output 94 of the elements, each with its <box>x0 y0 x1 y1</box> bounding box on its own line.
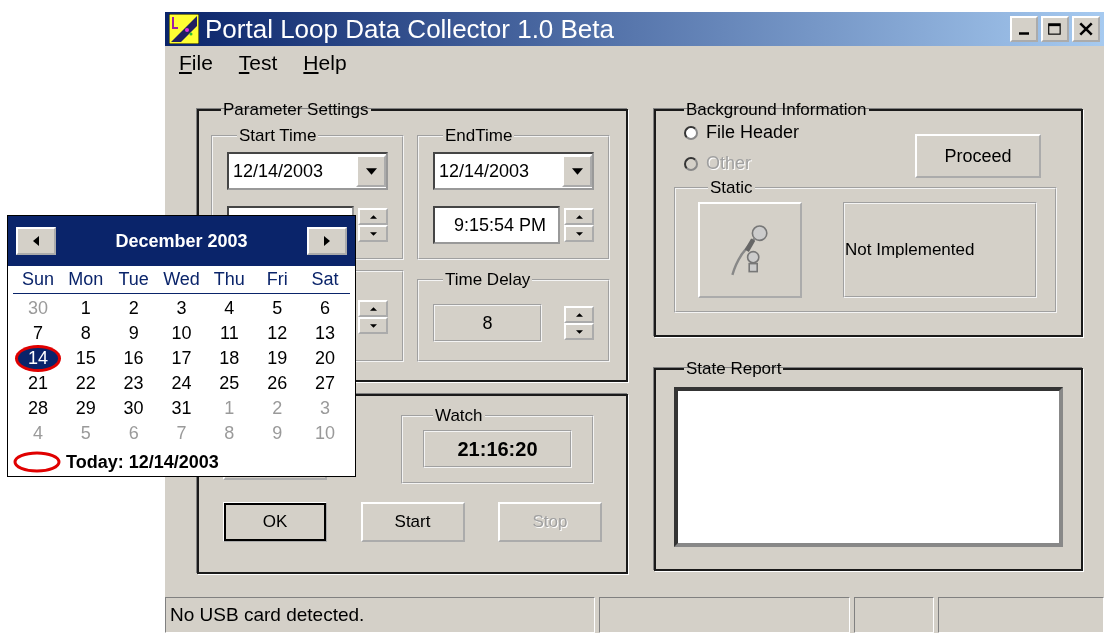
minimize-icon <box>1019 32 1029 35</box>
calendar-day[interactable]: 22 <box>71 373 100 394</box>
right-arrow-icon <box>324 236 330 246</box>
up-arrow-icon <box>575 312 583 317</box>
next-month-button[interactable] <box>307 227 347 255</box>
calendar-day[interactable]: 14 <box>17 348 58 369</box>
menu-item[interactable]: Test <box>238 50 278 78</box>
proceed-button[interactable]: Proceed <box>915 134 1041 178</box>
calendar-day[interactable]: 20 <box>311 348 340 369</box>
calendar-day[interactable]: 4 <box>220 298 239 319</box>
down-arrow-icon <box>369 231 377 236</box>
spin-down-button[interactable] <box>564 323 594 340</box>
dropdown-arrow-icon <box>571 167 583 175</box>
down-arrow-icon <box>575 329 583 334</box>
calendar-day[interactable]: 17 <box>167 348 196 369</box>
time-delay-field: 8 <box>433 304 542 342</box>
group-title: Watch <box>434 406 484 426</box>
spin-down-button[interactable] <box>358 317 388 334</box>
down-arrow-icon <box>575 231 583 236</box>
spin-down-button[interactable] <box>358 225 388 242</box>
group-title: Background Information <box>685 100 868 120</box>
calendar-day[interactable]: 1 <box>76 298 95 319</box>
calendar-day[interactable]: 11 <box>216 323 243 344</box>
watch-display: 21:16:20 <box>423 430 572 468</box>
calendar-day[interactable]: 24 <box>167 373 196 394</box>
calendar-day[interactable]: 16 <box>119 348 148 369</box>
calendar-day[interactable]: 2 <box>124 298 143 319</box>
calendar-day[interactable]: 31 <box>167 398 196 419</box>
calendar-day[interactable]: 12 <box>263 323 292 344</box>
microphone-button[interactable] <box>698 202 802 298</box>
today-link[interactable]: Today: 12/14/2003 <box>66 451 219 473</box>
weekday-label: Mon <box>68 269 104 290</box>
date-dropdown[interactable]: 12/14/2003 <box>227 152 388 190</box>
today-circle-icon <box>12 450 62 474</box>
calendar-day[interactable]: 9 <box>124 323 143 344</box>
action-button[interactable]: OK <box>223 502 327 542</box>
down-arrow-icon <box>369 323 377 328</box>
calendar-day[interactable]: 7 <box>28 323 47 344</box>
weekday-label: Thu <box>213 269 245 290</box>
calendar-day[interactable]: 15 <box>71 348 100 369</box>
group-title: EndTime <box>444 126 514 146</box>
group-title: Start Time <box>238 126 318 146</box>
spin-up-button[interactable] <box>564 306 594 323</box>
calendar-day[interactable]: 30 <box>119 398 148 419</box>
calendar-day[interactable]: 13 <box>311 323 340 344</box>
group-title: State Report <box>685 359 783 379</box>
calendar-day[interactable]: 27 <box>311 373 340 394</box>
dropdown-arrow-icon <box>365 167 377 175</box>
up-arrow-icon <box>369 214 377 219</box>
weekday-label: Sun <box>21 269 54 290</box>
action-button[interactable]: Start <box>360 502 465 542</box>
calendar-day[interactable]: 21 <box>23 373 52 394</box>
status-text: Not Implemented <box>843 202 1037 298</box>
weekday-label: Sat <box>311 269 339 290</box>
window-title: Portal Loop Data Collector 1.0 Beta <box>205 13 616 45</box>
left-arrow-icon <box>33 236 39 246</box>
menu-item[interactable]: Help <box>303 50 347 78</box>
group-title: Parameter Settings <box>222 100 370 120</box>
close-button[interactable] <box>1072 16 1100 42</box>
maximize-button[interactable] <box>1041 16 1069 42</box>
calendar-day[interactable]: 3 <box>172 298 191 319</box>
weekday-label: Wed <box>163 269 200 290</box>
weekday-label: Tue <box>118 269 149 290</box>
app-icon <box>169 14 199 44</box>
calendar-day[interactable]: 10 <box>167 323 196 344</box>
calendar-day[interactable]: 29 <box>71 398 100 419</box>
time-field[interactable]: 9:15:54 PM <box>433 206 560 244</box>
spin-up-button[interactable] <box>358 208 388 225</box>
group-title: Static <box>709 178 754 198</box>
calendar-day[interactable]: 26 <box>263 373 292 394</box>
calendar-day[interactable]: 8 <box>76 323 95 344</box>
up-arrow-icon <box>369 306 377 311</box>
up-arrow-icon <box>575 214 583 219</box>
menu-item[interactable]: File <box>179 50 213 78</box>
close-icon <box>1078 22 1094 36</box>
spin-down-button[interactable] <box>564 225 594 242</box>
calendar-day[interactable]: 5 <box>268 298 287 319</box>
radio-option[interactable]: File Header <box>684 122 800 143</box>
minimize-button[interactable] <box>1010 16 1038 42</box>
calendar-day[interactable]: 28 <box>23 398 52 419</box>
calendar-day[interactable]: 18 <box>215 348 244 369</box>
month-title: December 2003 <box>115 230 248 252</box>
spin-up-button[interactable] <box>358 300 388 317</box>
group-title: Time Delay <box>444 270 532 290</box>
calendar-day[interactable]: 19 <box>263 348 292 369</box>
calendar-day[interactable]: 6 <box>316 298 335 319</box>
date-dropdown[interactable]: 12/14/2003 <box>433 152 594 190</box>
previous-month-button[interactable] <box>16 227 56 255</box>
status-panel: No USB card detected. <box>165 597 595 633</box>
calendar-day[interactable]: 23 <box>119 373 148 394</box>
weekday-label: Fri <box>266 269 288 290</box>
maximize-icon <box>1047 22 1063 36</box>
calendar-day[interactable]: 25 <box>215 373 244 394</box>
spin-up-button[interactable] <box>564 208 594 225</box>
